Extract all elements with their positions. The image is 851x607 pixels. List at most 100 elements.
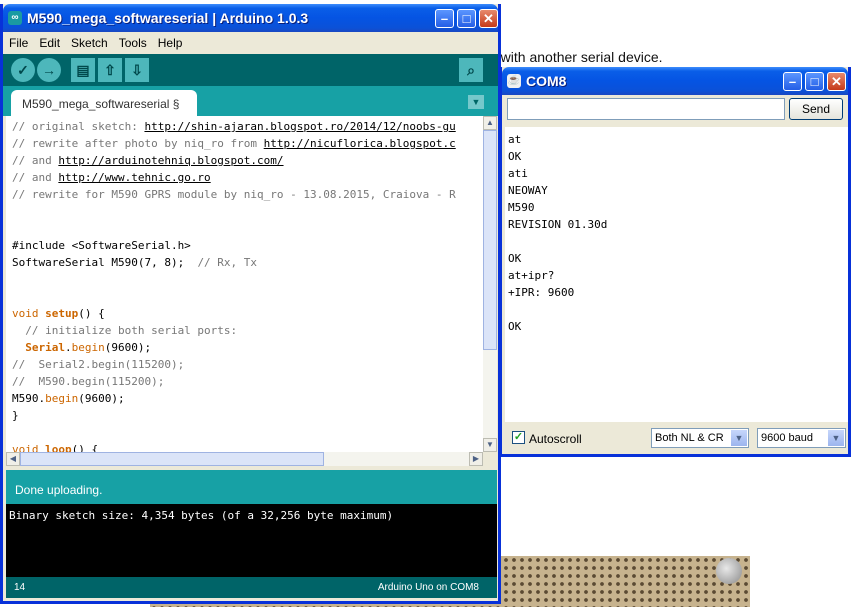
screw-photo <box>716 558 742 584</box>
toolbar: ✓ → ▤ ⇧ ⇩ ⌕ <box>3 54 498 86</box>
code-comment: // M590.begin(115200); <box>12 375 165 388</box>
save-icon: ⇩ <box>131 62 143 78</box>
triangle-down-icon: ▼ <box>471 97 481 107</box>
open-button[interactable]: ⇧ <box>98 58 122 82</box>
code-comment: // and <box>12 154 59 167</box>
code-comment: // Serial2.begin(115200); <box>12 358 185 371</box>
close-icon: ✕ <box>483 11 494 26</box>
code-line: SoftwareSerial M590(7, 8); <box>12 256 198 269</box>
code-link[interactable]: http://www.tehnic.go.ro <box>58 171 210 184</box>
code-link[interactable]: http://arduinotehniq.blogspot.com/ <box>58 154 283 167</box>
scroll-down-icon[interactable]: ▼ <box>483 438 497 452</box>
code-comment: // and <box>12 171 59 184</box>
check-icon: ✓ <box>17 62 29 78</box>
close-button[interactable]: ✕ <box>479 9 498 28</box>
status-bar: Done uploading. <box>6 470 497 504</box>
arduino-window-title: M590_mega_softwareserial | Arduino 1.0.3 <box>27 10 309 26</box>
code-keyword: begin <box>45 392 79 405</box>
code-include: #include <SoftwareSerial.h> <box>12 239 191 252</box>
serial-output[interactable]: at OK ati NEOWAY M590 REVISION 01.30d OK… <box>505 127 848 422</box>
editor-vertical-scrollbar[interactable]: ▲ ▼ <box>483 116 497 452</box>
code-line: M590 <box>12 392 39 405</box>
com8-minimize-button[interactable]: – <box>783 72 802 91</box>
code-keyword: Serial <box>25 341 65 354</box>
background-page-text: e with another serial device. <box>489 49 663 65</box>
menu-tools[interactable]: Tools <box>113 32 152 50</box>
code-line: } <box>12 409 19 422</box>
code-comment: // rewrite after photo by niq_ro from <box>12 137 264 150</box>
code-link[interactable]: http://nicuflorica.blogspot.c <box>264 137 456 150</box>
new-button[interactable]: ▤ <box>71 58 95 82</box>
code-comment: // original sketch: <box>12 120 145 133</box>
maximize-icon: □ <box>810 74 819 89</box>
magnifier-icon: ⌕ <box>467 62 475 78</box>
verify-button[interactable]: ✓ <box>11 58 35 82</box>
code-line: () { <box>78 307 105 320</box>
line-number: 14 <box>14 582 26 593</box>
console-output[interactable]: Binary sketch size: 4,354 bytes (of a 32… <box>6 504 497 577</box>
tab-sketch-label: M590_mega_softwareserial § <box>22 97 180 111</box>
line-ending-value: Both NL & CR <box>655 432 724 444</box>
send-row: Send <box>502 95 848 127</box>
new-file-icon: ▤ <box>76 62 90 78</box>
menu-file[interactable]: File <box>3 32 33 50</box>
open-icon: ⇧ <box>104 62 116 78</box>
code-keyword: setup <box>45 307 79 320</box>
minimize-button[interactable]: – <box>435 9 454 28</box>
autoscroll-checkbox[interactable]: ✓ <box>512 431 525 444</box>
code-text: // original sketch: http://shin-ajaran.b… <box>12 118 456 452</box>
menu-edit[interactable]: Edit <box>33 32 65 50</box>
code-line: (9600); <box>78 392 125 405</box>
vertical-scroll-thumb[interactable] <box>483 130 497 350</box>
code-keyword: begin <box>71 341 105 354</box>
com8-maximize-button[interactable]: □ <box>805 72 824 91</box>
minimize-icon: – <box>440 11 449 26</box>
code-keyword: void <box>12 443 39 452</box>
tab-row: M590_mega_softwareserial § ▼ <box>3 86 498 116</box>
code-comment: // initialize both serial ports: <box>12 324 238 337</box>
board-port-label: Arduino Uno on COM8 <box>377 582 479 593</box>
code-line: () { <box>71 443 99 452</box>
maximize-button[interactable]: □ <box>457 9 476 28</box>
code-line: . <box>65 341 72 354</box>
upload-button[interactable]: → <box>37 58 61 82</box>
line-ending-select[interactable]: Both NL & CR ▼ <box>651 428 749 448</box>
send-button[interactable]: Send <box>789 98 843 120</box>
baud-value: 9600 baud <box>761 432 813 444</box>
close-icon: ✕ <box>831 74 842 89</box>
status-text: Done uploading. <box>15 483 103 497</box>
arduino-ide-window: ∞ M590_mega_softwareserial | Arduino 1.0… <box>0 4 501 604</box>
checkmark-icon: ✓ <box>513 431 524 443</box>
code-editor[interactable]: // original sketch: http://shin-ajaran.b… <box>6 116 483 452</box>
code-keyword: void <box>12 307 39 320</box>
scroll-up-icon[interactable]: ▲ <box>483 116 497 130</box>
code-link[interactable]: http://shin-ajaran.blogspot.ro/2014/12/n… <box>144 120 455 133</box>
arrow-right-icon: → <box>42 62 56 78</box>
maximize-icon: □ <box>462 11 471 26</box>
horizontal-scroll-thumb[interactable] <box>20 452 324 466</box>
java-cup-icon: ☕ <box>507 74 521 88</box>
serial-monitor-window: ☕ COM8 – □ ✕ Send at OK ati NEOWAY M590 … <box>499 67 851 457</box>
scroll-left-icon[interactable]: ◀ <box>6 452 20 466</box>
tab-menu-button[interactable]: ▼ <box>468 95 484 109</box>
chevron-down-icon: ▼ <box>731 430 747 446</box>
autoscroll-label: Autoscroll <box>529 432 582 446</box>
com8-title-bar[interactable]: ☕ COM8 – □ ✕ <box>502 67 848 95</box>
minimize-icon: – <box>788 74 797 89</box>
menu-help[interactable]: Help <box>152 32 188 50</box>
com8-window-title: COM8 <box>526 73 567 89</box>
editor-horizontal-scrollbar[interactable]: ◀ ▶ <box>6 452 483 466</box>
serial-output-text: at OK ati NEOWAY M590 REVISION 01.30d OK… <box>508 133 608 333</box>
serial-input[interactable] <box>507 98 785 120</box>
code-comment: // Rx, Tx <box>197 256 258 269</box>
scroll-right-icon[interactable]: ▶ <box>469 452 483 466</box>
menu-sketch[interactable]: Sketch <box>65 32 113 50</box>
tab-sketch[interactable]: M590_mega_softwareserial § <box>11 90 197 116</box>
baud-select[interactable]: 9600 baud ▼ <box>757 428 846 448</box>
arduino-title-bar[interactable]: ∞ M590_mega_softwareserial | Arduino 1.0… <box>3 4 498 32</box>
serial-monitor-button[interactable]: ⌕ <box>459 58 483 82</box>
save-button[interactable]: ⇩ <box>125 58 149 82</box>
console-text: Binary sketch size: 4,354 bytes (of a 32… <box>9 509 394 522</box>
footer-bar: 14 Arduino Uno on COM8 <box>6 577 497 598</box>
com8-close-button[interactable]: ✕ <box>827 72 846 91</box>
